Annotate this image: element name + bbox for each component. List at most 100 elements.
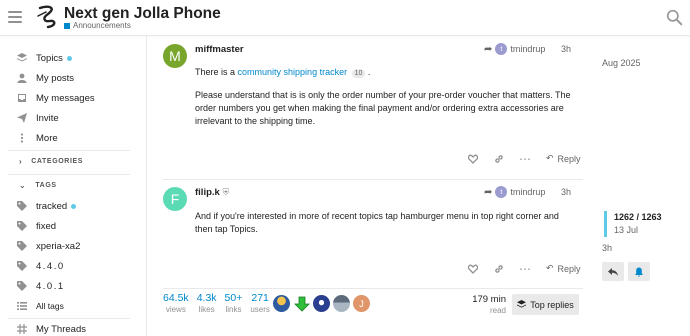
layers-icon <box>517 300 527 308</box>
post-text: There is a <box>195 67 238 77</box>
post-time[interactable]: 3h <box>561 187 571 197</box>
read-time-value: 179 min <box>472 294 506 305</box>
tag-label: fixed <box>36 220 57 232</box>
reply-arrow-icon: ➦ <box>484 43 493 55</box>
copy-link-icon[interactable] <box>494 154 504 164</box>
avatar[interactable] <box>313 295 330 312</box>
reply-label: Reply <box>557 263 581 274</box>
vertical-ellipsis-icon <box>20 133 24 143</box>
reply-to-indicator[interactable]: ➦ t tmindrup <box>484 186 545 198</box>
more-ellipsis-icon[interactable]: ⋯ <box>519 152 531 166</box>
links-stat[interactable]: 50+ links <box>225 292 243 314</box>
more-ellipsis-icon[interactable]: ⋯ <box>519 262 531 276</box>
sidebar-item-my-posts[interactable]: My posts <box>17 70 74 86</box>
post-paragraph: And if you're interested in more of rece… <box>195 211 559 234</box>
reply-button[interactable]: ↶ Reply <box>546 153 581 164</box>
reply-to-username: tmindrup <box>510 187 546 197</box>
tags-header: TAGS <box>35 182 57 189</box>
notification-bell-button[interactable] <box>628 262 650 281</box>
like-heart-icon[interactable] <box>468 154 478 164</box>
tag-label: 4.0.1 <box>36 280 65 292</box>
topic-stats: 64.5k views 4.3k likes 50+ links 271 users <box>163 292 278 314</box>
sidebar-item-label: My posts <box>36 72 75 84</box>
shield-icon: ⛨ <box>222 187 230 197</box>
post-username[interactable]: filip.k ⛨ <box>195 187 229 198</box>
sidebar-item-my-threads[interactable]: My Threads <box>17 321 86 336</box>
copy-link-icon[interactable] <box>494 264 504 274</box>
stat-number: 4.3k <box>196 292 217 304</box>
reply-to-indicator[interactable]: ➦ t tmindrup <box>484 43 545 55</box>
participant-avatars: J <box>273 295 373 312</box>
sidebar-tag-tracked[interactable]: tracked <box>17 198 77 214</box>
sidebar-item-invite[interactable]: Invite <box>17 110 59 126</box>
site-header: Next gen Jolla Phone Announcements <box>0 0 690 36</box>
avatar[interactable] <box>273 295 290 312</box>
post-username[interactable]: miffmaster <box>195 44 244 55</box>
reply-arrow-icon: ↶ <box>546 263 554 273</box>
search-icon[interactable] <box>666 9 683 26</box>
post-text: . <box>365 67 371 77</box>
tag-label: 4.4.0 <box>36 260 65 272</box>
unread-dot <box>66 55 72 61</box>
community-shipping-tracker-link[interactable]: community shipping tracker <box>238 67 348 77</box>
stat-number: 50+ <box>224 292 243 304</box>
top-replies-label: Top replies <box>530 299 574 310</box>
read-time-label: read <box>489 306 506 315</box>
layers-icon <box>17 53 27 62</box>
unread-dot <box>71 203 77 209</box>
post-separator <box>163 288 583 289</box>
like-heart-icon[interactable] <box>468 264 478 274</box>
category-badge[interactable]: Announcements <box>64 21 131 30</box>
top-replies-button[interactable]: Top replies <box>512 294 579 315</box>
reply-button[interactable]: ↶ Reply <box>546 263 581 274</box>
post-body: There is a community shipping tracker 10… <box>195 66 575 79</box>
link-click-count: 10 <box>351 69 366 78</box>
timeline-reply-button[interactable] <box>602 262 624 281</box>
user-icon <box>17 73 27 83</box>
tags-section-toggle[interactable]: ⌄ TAGS <box>19 181 57 190</box>
sidebar-item-topics[interactable]: Topics <box>17 50 72 66</box>
stat-number: 64.5k <box>163 292 189 304</box>
sidebar-all-tags[interactable]: All tags <box>17 298 64 314</box>
stat-number: 271 <box>251 292 269 304</box>
timeline-position: 1262 / 1263 <box>614 212 662 222</box>
hamburger-menu-icon[interactable] <box>8 11 22 23</box>
timeline-end-date[interactable]: 3h <box>602 243 612 253</box>
sidebar-tag-fixed[interactable]: fixed <box>17 218 56 234</box>
sidebar-tag-4-0-1[interactable]: 4.0.1 <box>17 278 65 294</box>
sidebar-item-my-messages[interactable]: My messages <box>17 90 95 106</box>
reply-label: Reply <box>557 153 581 164</box>
users-stat[interactable]: 271 users <box>250 292 270 314</box>
categories-section-toggle[interactable]: › CATEGORIES <box>19 157 83 166</box>
sidebar-tag-4-4-0[interactable]: 4.4.0 <box>17 258 65 274</box>
sidebar-item-label: Topics <box>36 52 63 64</box>
reply-to-username: tmindrup <box>510 44 546 54</box>
timeline-start-date[interactable]: Aug 2025 <box>602 58 641 68</box>
avatar[interactable]: J <box>353 295 370 312</box>
post-paragraph: Please understand that is is only the or… <box>195 90 571 126</box>
chevron-down-icon: ⌄ <box>19 181 27 190</box>
reply-arrow-icon: ↶ <box>546 153 554 163</box>
list-icon <box>17 302 27 310</box>
sidebar-item-more[interactable]: More <box>17 130 58 146</box>
avatar: t <box>495 43 508 55</box>
tag-icon <box>17 261 27 271</box>
avatar[interactable]: M <box>163 44 187 68</box>
sidebar-divider <box>8 318 130 319</box>
tag-label: tracked <box>36 200 68 212</box>
avatar[interactable]: F <box>163 187 187 211</box>
post-time[interactable]: 3h <box>561 44 571 54</box>
avatar[interactable] <box>333 295 350 312</box>
avatar: t <box>495 186 508 198</box>
category-color-square <box>64 22 70 29</box>
green-arrow-avatar <box>293 296 310 312</box>
jolla-logo[interactable] <box>36 4 60 30</box>
inbox-icon <box>18 94 26 102</box>
sidebar-item-label: Invite <box>36 112 59 124</box>
username-text: filip.k <box>195 187 220 198</box>
sidebar-tag-xperia-xa2[interactable]: xperia-xa2 <box>17 238 80 254</box>
sidebar-divider <box>8 174 130 175</box>
avatar[interactable] <box>293 295 310 312</box>
all-tags-label: All tags <box>36 301 64 311</box>
timeline-scroller-handle[interactable] <box>604 211 607 237</box>
